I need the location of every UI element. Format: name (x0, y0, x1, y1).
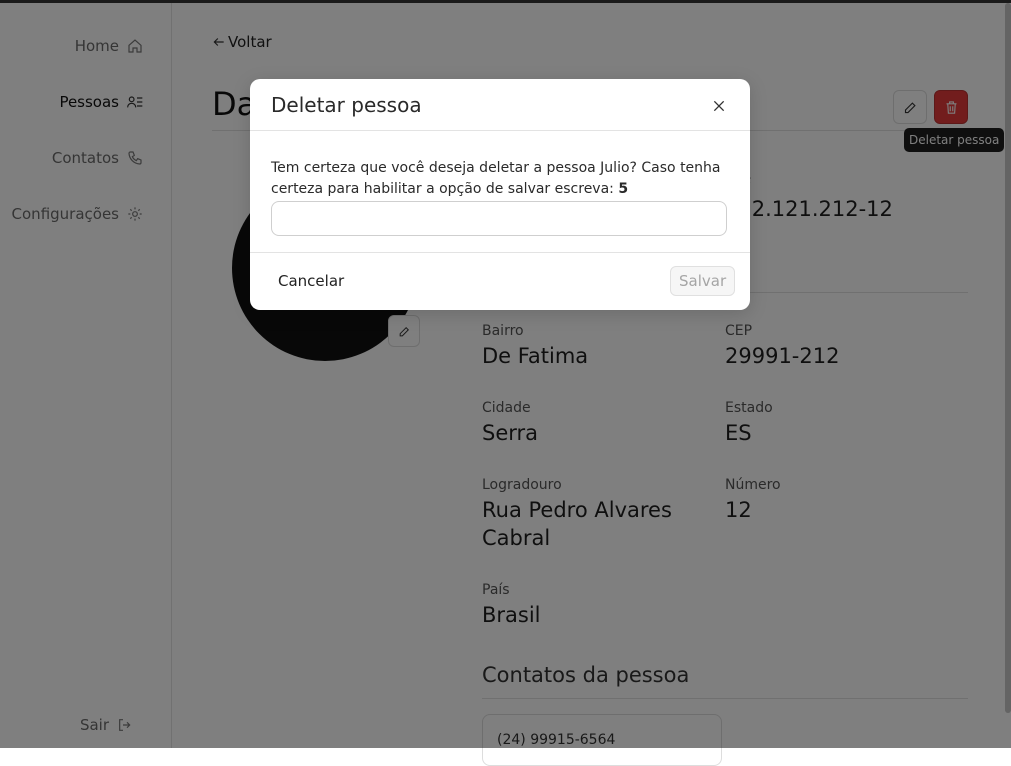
dialog-divider (250, 130, 750, 131)
cancel-button[interactable]: Cancelar (268, 266, 354, 296)
confirmation-input[interactable] (271, 201, 727, 236)
close-button[interactable] (708, 95, 730, 117)
top-border (0, 0, 1011, 3)
dialog-message-text: Tem certeza que você deseja deletar a pe… (271, 160, 721, 197)
confirmation-code: 5 (618, 181, 629, 197)
delete-person-dialog: Deletar pessoa Tem certeza que você dese… (250, 79, 750, 310)
close-icon (713, 100, 725, 112)
dialog-divider (250, 252, 750, 253)
dialog-message: Tem certeza que você deseja deletar a pe… (271, 158, 731, 200)
save-button[interactable]: Salvar (670, 266, 736, 296)
dialog-title: Deletar pessoa (271, 93, 422, 117)
